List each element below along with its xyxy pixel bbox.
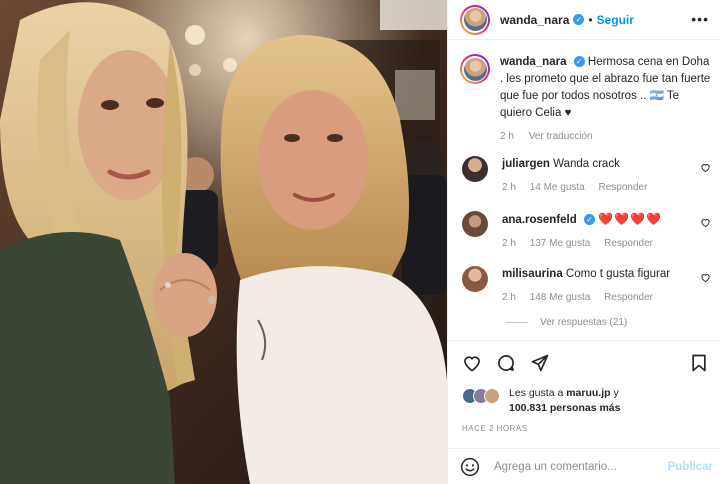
- comment-username[interactable]: ana.rosenfeld: [502, 214, 577, 226]
- like-comment-heart-icon[interactable]: [700, 162, 711, 173]
- reply-button[interactable]: Responder: [599, 182, 648, 193]
- comment-text: Wanda crack: [553, 158, 620, 170]
- comment-username[interactable]: milisaurina: [502, 268, 563, 280]
- comment-bubble-icon[interactable]: [496, 353, 516, 373]
- comment-time: 2 h: [502, 238, 516, 249]
- reply-button[interactable]: Responder: [604, 238, 653, 249]
- post-header: wanda_nara ✓ • Seguir •••: [448, 0, 720, 40]
- add-comment-bar: Agrega un comentario... Publicar: [448, 448, 720, 484]
- caption-time: 2 h: [500, 131, 514, 142]
- likes-summary: Les gusta a maruu.jp y 100.831 personas …: [462, 386, 621, 416]
- post-actions-bar: [448, 340, 720, 384]
- follow-button[interactable]: Seguir: [597, 13, 634, 27]
- liker-avatars[interactable]: [462, 388, 500, 416]
- see-translation-button[interactable]: Ver traducción: [529, 131, 593, 142]
- comment-input[interactable]: Agrega un comentario...: [494, 461, 668, 473]
- author-username[interactable]: wanda_nara: [500, 13, 569, 27]
- commenter-avatar[interactable]: [462, 156, 488, 182]
- post-caption: wanda_nara ✓ Hermosa cena en Doha . les …: [460, 54, 715, 145]
- comment-username[interactable]: juliargen: [502, 158, 550, 170]
- comment-text: ❤️❤️❤️❤️: [598, 212, 662, 226]
- caption-avatar[interactable]: [460, 54, 490, 84]
- likes-count[interactable]: 100.831 personas más: [509, 402, 621, 414]
- caption-meta: 2 h Ver traducción: [500, 128, 712, 145]
- commenter-avatar[interactable]: [462, 266, 488, 292]
- commenter-avatar[interactable]: [462, 211, 488, 237]
- liker-username[interactable]: maruu.jp: [566, 387, 610, 399]
- likes-connector: y: [613, 387, 619, 399]
- replies-divider-line: [506, 322, 528, 323]
- view-replies-label[interactable]: Ver respuestas (21): [540, 317, 627, 328]
- verified-badge-icon: ✓: [583, 214, 595, 226]
- author-avatar[interactable]: [460, 4, 490, 35]
- comment-item: juliargen Wanda crack 2 h 14 Me gusta Re…: [462, 156, 717, 196]
- save-bookmark-icon[interactable]: [689, 353, 709, 373]
- reply-button[interactable]: Responder: [604, 292, 653, 303]
- post-details-panel: wanda_nara ✓ • Seguir ••• wanda_nara ✓ H…: [447, 0, 720, 484]
- header-separator: •: [588, 12, 593, 27]
- share-send-icon[interactable]: [530, 353, 550, 373]
- publish-comment-button[interactable]: Publicar: [668, 461, 713, 473]
- comment-likes[interactable]: 14 Me gusta: [530, 182, 585, 193]
- comment-text: Como t gusta figurar: [565, 268, 671, 280]
- comment-item: milisaurina Como t gusta figurar 2 h 148…: [462, 266, 717, 306]
- emoji-icon[interactable]: [460, 457, 480, 477]
- verified-badge-icon: ✓: [573, 56, 585, 68]
- like-heart-icon[interactable]: [462, 353, 482, 373]
- more-options-icon[interactable]: •••: [691, 12, 709, 26]
- like-comment-heart-icon[interactable]: [700, 217, 711, 228]
- view-replies-button[interactable]: Ver respuestas (21): [506, 317, 627, 328]
- like-comment-heart-icon[interactable]: [700, 272, 711, 283]
- post-photo[interactable]: [0, 0, 447, 484]
- verified-badge-icon: ✓: [573, 14, 585, 25]
- likes-prefix: Les gusta a: [509, 387, 564, 399]
- comment-likes[interactable]: 148 Me gusta: [530, 292, 591, 303]
- comment-time: 2 h: [502, 182, 516, 193]
- post-image: [0, 0, 447, 484]
- comment-time: 2 h: [502, 292, 516, 303]
- comment-likes[interactable]: 137 Me gusta: [530, 238, 591, 249]
- post-timestamp[interactable]: HACE 2 HORAS: [462, 424, 528, 433]
- caption-username[interactable]: wanda_nara: [500, 56, 566, 68]
- comment-item: ana.rosenfeld ✓ ❤️❤️❤️❤️ 2 h 137 Me gust…: [462, 211, 717, 252]
